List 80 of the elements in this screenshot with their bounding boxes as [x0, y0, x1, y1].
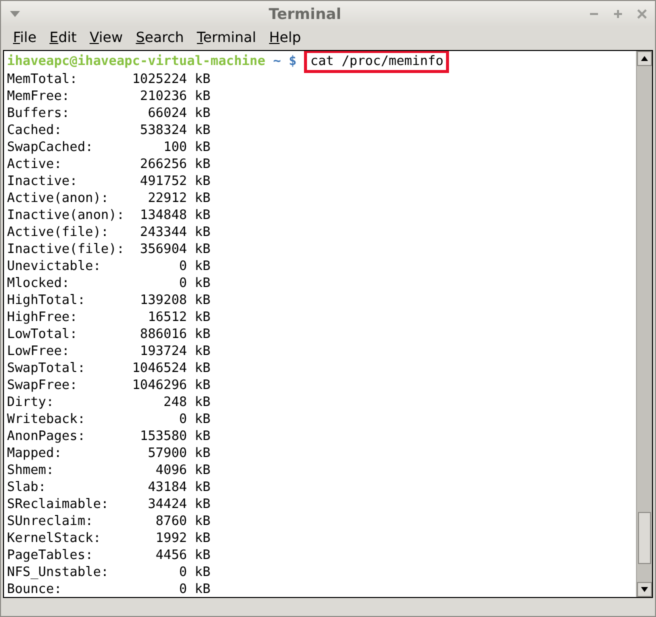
field-name: SReclaimable:: [7, 496, 110, 513]
field-name: LowFree:: [7, 343, 71, 360]
field-value: 34424 kB: [146, 496, 210, 513]
field-name: HighFree:: [7, 309, 78, 326]
field-value: 266256 kB: [139, 156, 210, 173]
window-title: Terminal: [268, 4, 342, 22]
field-value: 1025224 kB: [131, 71, 210, 88]
field-value: 193724 kB: [139, 343, 210, 360]
field-name: Active:: [7, 156, 63, 173]
window-menu-icon[interactable]: [9, 10, 21, 18]
field-name: SwapCached:: [7, 139, 94, 156]
field-name: HighTotal:: [7, 292, 86, 309]
field-value: 886016 kB: [139, 326, 210, 343]
field-name: Slab:: [7, 479, 48, 496]
field-name: SwapTotal:: [7, 360, 86, 377]
field-name: Active(anon):: [7, 190, 110, 207]
field-name: KernelStack:: [7, 530, 102, 547]
field-value: 0 kB: [178, 564, 210, 581]
field-name: MemTotal:: [7, 71, 78, 88]
field-name: Cached:: [7, 122, 63, 139]
field-value: 153580 kB: [139, 428, 210, 445]
field-value: 210236 kB: [139, 88, 210, 105]
field-name: NFS_Unstable:: [7, 564, 110, 581]
field-name: Inactive:: [7, 173, 78, 190]
field-name: AnonPages:: [7, 428, 86, 445]
field-value: 100 kB: [162, 139, 210, 156]
field-value: 1046524 kB: [131, 360, 210, 377]
menu-item[interactable]: Help: [269, 30, 302, 46]
maximize-icon[interactable]: [613, 8, 623, 18]
field-value: 0 kB: [178, 581, 210, 597]
field-name: Mapped:: [7, 445, 63, 462]
field-value: 248 kB: [162, 394, 210, 411]
menu-item[interactable]: View: [90, 30, 123, 46]
field-value: 491752 kB: [139, 173, 210, 190]
field-name: PageTables:: [7, 547, 94, 564]
field-name: Writeback:: [7, 411, 86, 428]
prompt-symbol: $: [288, 53, 297, 70]
field-name: LowTotal:: [7, 326, 78, 343]
field-value: 0 kB: [178, 258, 210, 275]
field-name: Bounce:: [7, 581, 63, 597]
field-value: 134848 kB: [139, 207, 210, 224]
field-value: 8760 kB: [154, 513, 210, 530]
field-name: SwapFree:: [7, 377, 78, 394]
field-name: Dirty:: [7, 394, 55, 411]
field-name: Mlocked:: [7, 275, 71, 292]
scrollbar[interactable]: [636, 51, 652, 597]
field-value: 243344 kB: [139, 224, 210, 241]
field-value: 0 kB: [178, 411, 210, 428]
scroll-thumb[interactable]: [638, 512, 651, 564]
field-name: Unevictable:: [7, 258, 102, 275]
menu-item[interactable]: Search: [136, 30, 184, 46]
field-value: 538324 kB: [139, 122, 210, 139]
scroll-down-icon[interactable]: [637, 582, 652, 597]
command-text: cat /proc/meminfo: [304, 51, 450, 73]
field-name: SUnreclaim:: [7, 513, 94, 530]
field-value: 1992 kB: [154, 530, 210, 547]
prompt-user-host: ihaveapc@ihaveapc-virtual-machine: [7, 53, 266, 70]
menu-item[interactable]: Edit: [49, 30, 77, 46]
prompt-path: ~: [273, 53, 281, 70]
field-name: Active(file):: [7, 224, 110, 241]
field-name: Shmem:: [7, 462, 55, 479]
field-name: Inactive(anon):: [7, 207, 124, 224]
field-value: 0 kB: [178, 275, 210, 292]
field-value: 16512 kB: [146, 309, 210, 326]
field-name: MemFree:: [7, 88, 71, 105]
field-value: 356904 kB: [139, 241, 210, 258]
field-value: 43184 kB: [146, 479, 210, 496]
close-icon[interactable]: [637, 8, 647, 18]
scroll-up-icon[interactable]: [637, 51, 652, 66]
field-name: Inactive(file):: [7, 241, 124, 258]
field-name: Buffers:: [7, 105, 71, 122]
field-value: 57900 kB: [146, 445, 210, 462]
field-value: 1046296 kB: [131, 377, 210, 394]
menu-item[interactable]: File: [13, 30, 36, 46]
field-value: 22912 kB: [146, 190, 210, 207]
menu-item[interactable]: Terminal: [196, 30, 256, 46]
field-value: 66024 kB: [146, 105, 210, 122]
field-value: 4456 kB: [154, 547, 210, 564]
field-value: 139208 kB: [139, 292, 210, 309]
field-value: 4096 kB: [154, 462, 210, 479]
